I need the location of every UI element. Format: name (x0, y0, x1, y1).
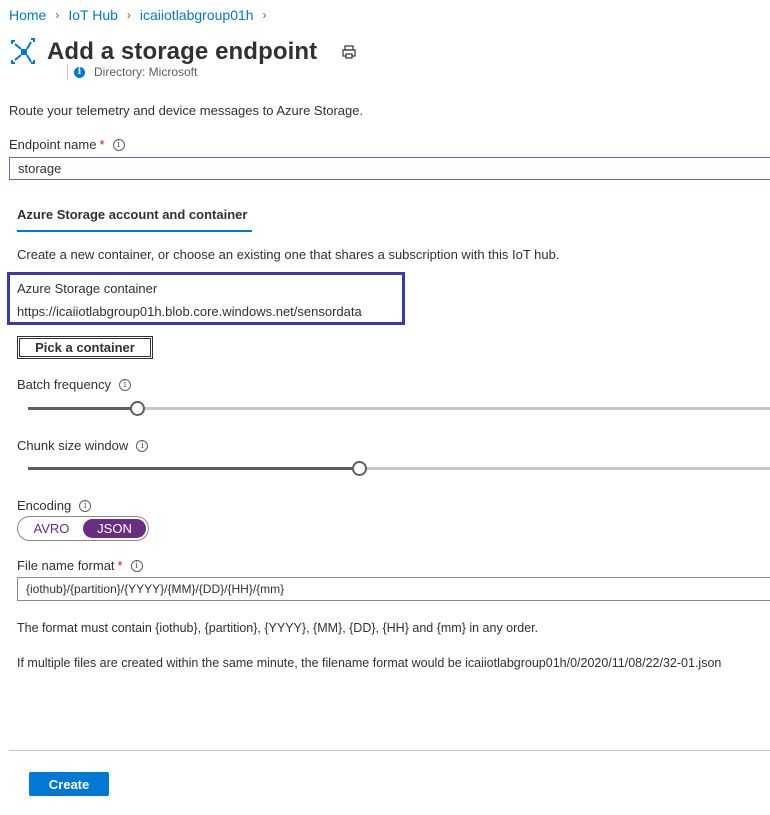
encoding-toggle: AVRO JSON (17, 516, 149, 541)
breadcrumb-home[interactable]: Home (9, 7, 46, 23)
encoding-option-avro[interactable]: AVRO (20, 519, 83, 538)
info-icon: i (74, 66, 85, 78)
breadcrumb-iot-hub[interactable]: IoT Hub (68, 7, 118, 23)
pick-container-button[interactable]: Pick a container (17, 336, 153, 359)
info-icon[interactable]: i (112, 138, 125, 151)
batch-frequency-thumb[interactable] (130, 401, 145, 416)
directory-info: i Directory: Microsoft (67, 64, 197, 80)
info-icon[interactable]: i (79, 499, 92, 512)
batch-frequency-fill (28, 407, 138, 410)
intro-text: Route your telemetry and device messages… (9, 103, 364, 118)
chunk-size-thumb[interactable] (352, 461, 367, 476)
file-name-format-input[interactable]: {iothub}/{partition}/{YYYY}/{MM}/{DD}/{H… (17, 577, 770, 601)
chunk-size-label: Chunk size window i (17, 438, 149, 453)
chevron-right-icon: › (126, 8, 131, 22)
filename-example-note: If multiple files are created within the… (17, 656, 722, 670)
info-icon[interactable]: i (136, 439, 149, 452)
tab-storage-account[interactable]: Azure Storage account and container (17, 207, 252, 232)
endpoint-name-input[interactable]: storage (9, 157, 770, 180)
page-title: Add a storage endpoint (47, 38, 318, 65)
container-url: https://icaiiotlabgroup01h.blob.core.win… (17, 304, 362, 319)
footer-divider (9, 750, 770, 751)
format-rule-note: The format must contain {iothub}, {parti… (17, 621, 539, 635)
breadcrumb-hub-instance[interactable]: icaiiotlabgroup01h (140, 7, 254, 23)
chevron-right-icon: › (262, 8, 267, 22)
chevron-right-icon: › (55, 8, 60, 22)
endpoint-name-label: Endpoint name * i (9, 137, 125, 152)
directory-label: Directory: Microsoft (94, 65, 198, 79)
breadcrumb: Home › IoT Hub › icaiiotlabgroup01h › (9, 7, 276, 23)
file-name-format-label: File name format * i (17, 558, 143, 573)
chunk-size-fill (28, 467, 360, 470)
encoding-option-json[interactable]: JSON (83, 519, 146, 538)
section-description: Create a new container, or choose an exi… (17, 247, 560, 262)
create-button[interactable]: Create (29, 772, 109, 796)
container-label: Azure Storage container (17, 281, 158, 296)
iot-hub-icon (11, 38, 35, 64)
encoding-label: Encoding i (17, 498, 92, 513)
info-icon[interactable]: i (118, 378, 131, 391)
print-icon[interactable] (341, 44, 357, 60)
batch-frequency-label: Batch frequency i (17, 377, 131, 392)
info-icon[interactable]: i (130, 559, 143, 572)
